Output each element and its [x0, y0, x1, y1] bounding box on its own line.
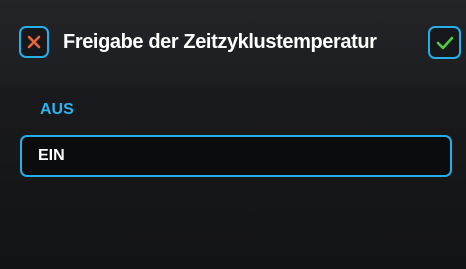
option-aus[interactable]: AUS	[40, 98, 74, 122]
option-ein-label: EIN	[38, 147, 65, 164]
confirm-button[interactable]	[428, 26, 461, 59]
checkmark-icon	[436, 36, 453, 49]
cancel-button[interactable]	[19, 26, 49, 58]
close-icon	[27, 35, 41, 49]
dialog-title: Freigabe der Zeitzyklustemperatur	[63, 30, 377, 53]
option-ein[interactable]: EIN	[20, 135, 452, 177]
settings-dialog: Freigabe der Zeitzyklustemperatur AUS EI…	[0, 0, 466, 269]
dialog-header: Freigabe der Zeitzyklustemperatur	[0, 0, 466, 88]
